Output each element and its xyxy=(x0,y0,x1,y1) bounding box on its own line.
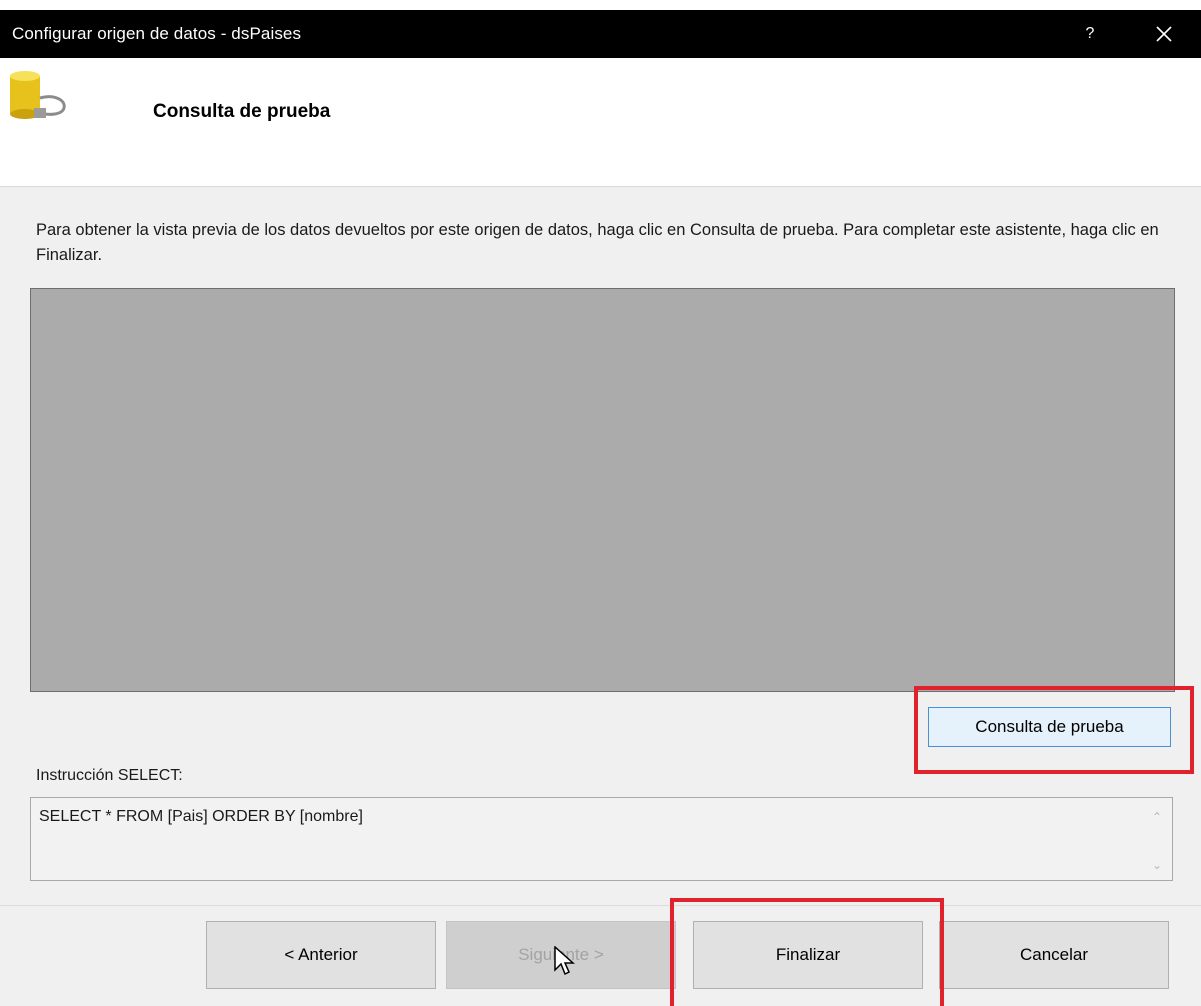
page-title: Consulta de prueba xyxy=(153,101,331,122)
help-button[interactable]: ? xyxy=(1066,10,1114,58)
select-statement-text: SELECT * FROM [Pais] ORDER BY [nombre] xyxy=(39,808,363,825)
scroll-down-icon[interactable]: ⌄ xyxy=(1150,858,1164,872)
mouse-cursor-icon xyxy=(554,946,575,976)
window-title: Configurar origen de datos - dsPaises xyxy=(12,24,302,43)
database-connection-icon xyxy=(10,71,66,119)
cancel-button[interactable]: Cancelar xyxy=(939,921,1169,989)
select-statement-label: Instrucción SELECT: xyxy=(36,767,183,784)
scroll-up-icon[interactable]: ⌃ xyxy=(1150,810,1164,824)
finish-button[interactable]: Finalizar xyxy=(693,921,923,989)
instructions-text: Para obtener la vista previa de los dato… xyxy=(36,221,1159,264)
select-statement-field[interactable]: SELECT * FROM [Pais] ORDER BY [nombre] ⌃… xyxy=(30,797,1173,881)
close-icon xyxy=(1156,26,1172,42)
test-query-button[interactable]: Consulta de prueba xyxy=(928,707,1171,747)
previous-button[interactable]: < Anterior xyxy=(206,921,436,989)
close-button[interactable] xyxy=(1140,10,1188,58)
title-bar: Configurar origen de datos - dsPaises ? xyxy=(0,10,1201,58)
data-preview-grid[interactable] xyxy=(30,288,1175,692)
